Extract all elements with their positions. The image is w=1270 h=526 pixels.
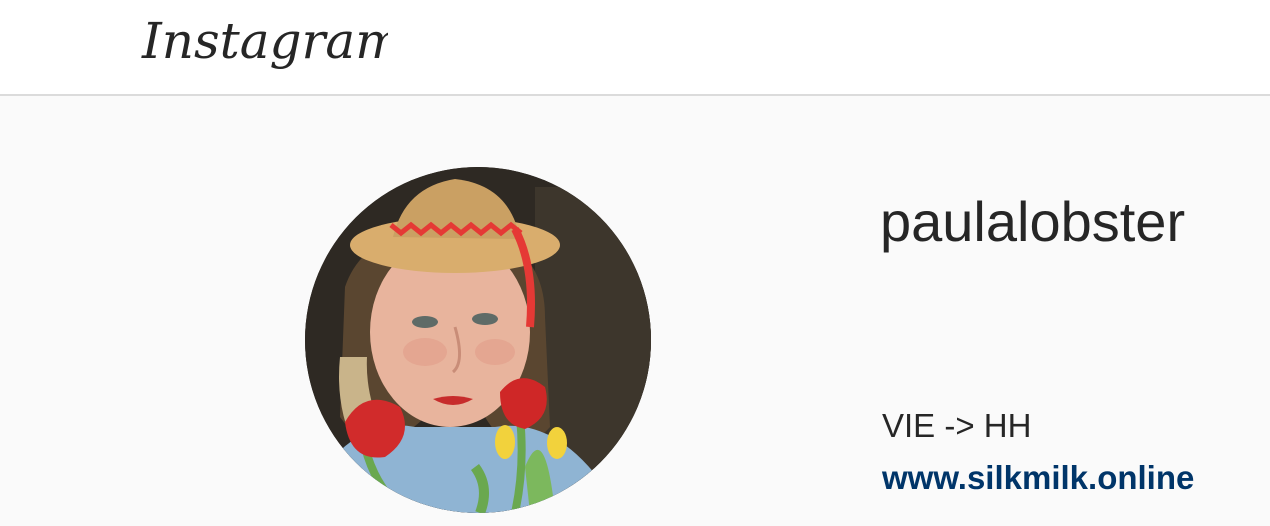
top-navigation-bar: Instagram [0,0,1270,96]
profile-header: paulalobster VIE -> HH www.silkmilk.onli… [0,96,1270,526]
logo-text: Instagram [141,12,388,70]
profile-website-link[interactable]: www.silkmilk.online [882,458,1194,498]
instagram-wordmark-icon: Instagram [141,12,403,70]
instagram-logo[interactable]: Instagram [138,4,403,90]
profile-bio: VIE -> HH [882,407,1032,444]
profile-avatar[interactable] [305,167,651,513]
profile-username: paulalobster [880,190,1186,253]
profile-photo-icon [305,167,651,513]
